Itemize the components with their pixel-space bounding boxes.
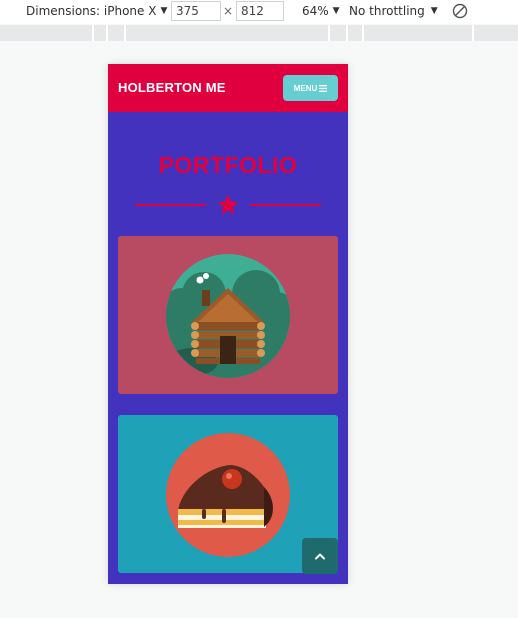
media-query-bar[interactable]: [0, 25, 518, 41]
back-to-top-button[interactable]: [302, 538, 338, 574]
top-navigation: HOLBERTON ME MENU: [108, 64, 348, 112]
ruler-tick: [124, 25, 126, 41]
height-input[interactable]: [236, 1, 284, 21]
section-title: PORTFOLIO: [158, 152, 298, 178]
zoom-dropdown[interactable]: 64% ▼: [302, 4, 340, 18]
ruler-tick: [106, 25, 108, 41]
divider-line-left: [135, 204, 206, 206]
divider-line-right: [250, 204, 321, 206]
devtools-device-toolbar: Dimensions: iPhone X ▼ × 64% ▼ No thrott…: [0, 0, 518, 24]
hamburger-icon: [319, 84, 328, 92]
zoom-caret-icon: ▼: [332, 6, 340, 16]
dimensions-label: Dimensions: iPhone X: [26, 4, 157, 18]
brand-logo[interactable]: HOLBERTON ME: [118, 80, 226, 95]
portfolio-item-cabin[interactable]: [118, 236, 338, 394]
ruler-tick: [362, 25, 364, 41]
throttling-dropdown[interactable]: No throttling ▼: [349, 4, 438, 18]
ruler-tick: [472, 25, 474, 41]
device-viewport: HOLBERTON ME MENU PORTFOLIO: [108, 64, 348, 584]
ruler-tick: [92, 25, 94, 41]
log-cabin-illustration: [166, 254, 290, 378]
zoom-label: 64%: [302, 4, 329, 18]
throttle-label: No throttling: [349, 4, 425, 18]
width-input[interactable]: [171, 1, 221, 21]
times-symbol: ×: [223, 4, 234, 18]
ruler-tick: [328, 25, 330, 41]
cake-slice-illustration: [166, 433, 290, 557]
menu-label: MENU: [293, 83, 318, 93]
star-icon: [217, 194, 239, 215]
rotate-device-icon[interactable]: [452, 3, 468, 19]
dimensions-dropdown[interactable]: Dimensions: iPhone X ▼: [26, 4, 167, 18]
menu-button[interactable]: MENU: [283, 75, 338, 101]
ruler-tick: [346, 25, 348, 41]
dimensions-caret-icon: ▼: [160, 6, 168, 16]
chevron-up-icon: [315, 553, 325, 560]
throttle-caret-icon: ▼: [430, 6, 438, 16]
